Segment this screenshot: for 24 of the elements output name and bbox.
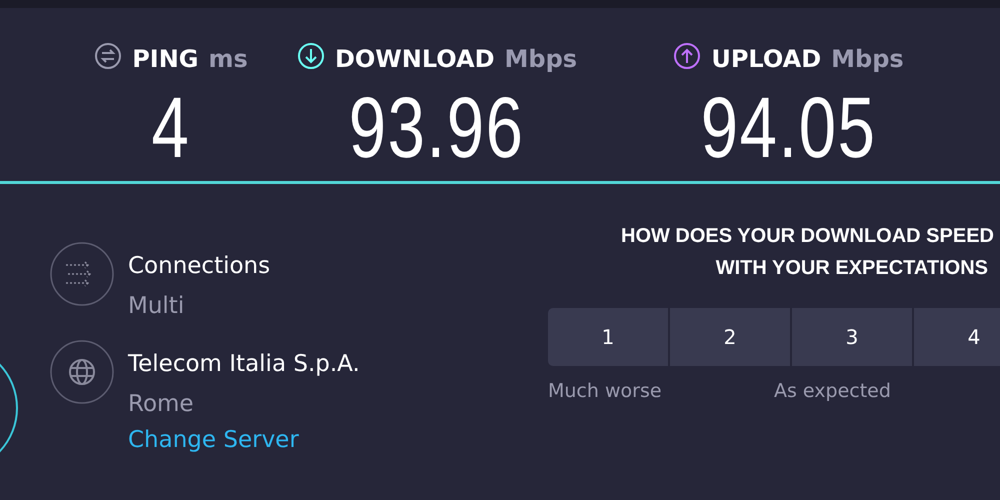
scale-label: Much worse [548,380,663,402]
detail-title: Connections [128,252,270,280]
rating-button[interactable]: 1 [548,308,668,366]
arrows-icon [50,242,114,306]
unit-label: ms [208,45,248,73]
detail-subtitle: Rome [128,390,195,418]
detail-title: Telecom Italia S.p.A. [128,350,360,378]
result-value: 4 [152,79,190,178]
unit-label: Mbps [504,45,578,73]
rating-button[interactable]: 2 [670,308,790,366]
result-label: UPLOAD [711,45,822,73]
detail-subtitle: Multi [128,292,186,320]
result-value: 93.96 [349,79,525,178]
result-label: DOWNLOAD [334,45,495,73]
result-value: 94.05 [700,79,876,178]
survey-question: HOW DOES YOUR DOWNLOAD SPEED [621,224,994,249]
rating-button[interactable]: 3 [792,308,912,366]
rating-button[interactable]: 4 [914,308,1000,366]
survey-question: WITH YOUR EXPECTATIONS [716,256,988,281]
unit-label: Mbps [831,45,904,73]
change-server-link[interactable]: Change Server [128,426,360,454]
result-label: PING [132,45,198,73]
scale-label: As expected [774,380,892,402]
globe-icon [50,340,114,404]
